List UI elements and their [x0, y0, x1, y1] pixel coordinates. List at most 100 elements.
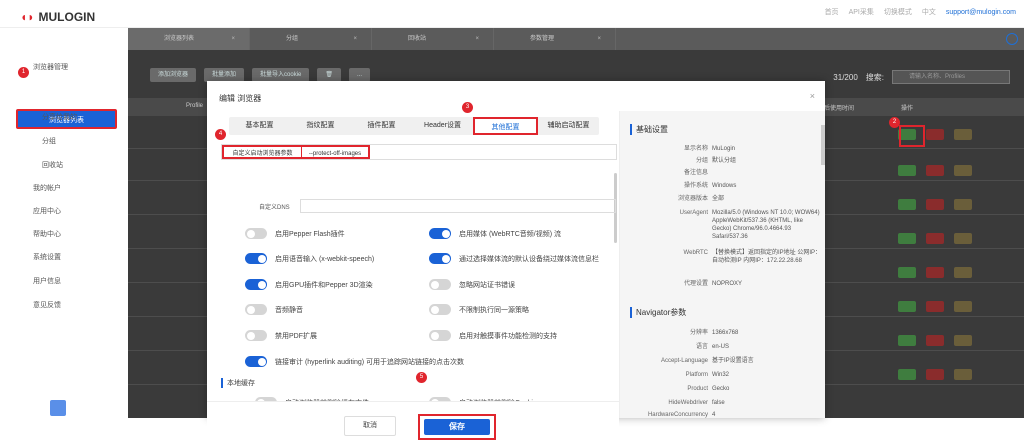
sidebar-group-account[interactable]: 我的帐户: [33, 183, 61, 193]
delete-button[interactable]: [926, 267, 944, 278]
sidebar: 浏览器管理 浏览器列表 分享给我的 分组 回收站 我的帐户 应用中心 帮助中心 …: [0, 28, 128, 418]
tab-params[interactable]: 参数管理 ×: [494, 28, 616, 50]
tab-basic[interactable]: 基本配置: [229, 117, 290, 135]
sidebar-group-browser[interactable]: 浏览器管理: [33, 62, 68, 72]
dns-input[interactable]: [300, 199, 616, 213]
sidebar-item-user-info[interactable]: 用户信息: [33, 276, 61, 286]
gpu-toggle[interactable]: [245, 279, 267, 290]
logo-mark-icon: ◖◗: [20, 10, 35, 24]
custom-param-row: 自定义启动浏览器参数 --protect-off-images: [221, 144, 617, 160]
more-button[interactable]: [954, 233, 972, 244]
tab-trash[interactable]: 回收站 ×: [372, 28, 494, 50]
close-icon[interactable]: ×: [353, 28, 357, 50]
delete-button[interactable]: [926, 199, 944, 210]
home-link[interactable]: 首页: [825, 7, 839, 17]
edit-button[interactable]: [898, 301, 916, 312]
search-input[interactable]: 请输入名称、Profiles: [892, 70, 1010, 84]
info-value: false: [712, 400, 725, 406]
row-actions: [898, 335, 972, 346]
sidebar-item-help[interactable]: 帮助中心: [33, 229, 61, 239]
tab-plugins[interactable]: 插件配置: [351, 117, 412, 135]
cancel-button[interactable]: 取消: [344, 416, 396, 436]
speech-toggle[interactable]: [245, 253, 267, 264]
import-cookie-button[interactable]: 批量导入cookie: [252, 68, 310, 82]
audit-toggle[interactable]: [245, 356, 267, 367]
edit-button[interactable]: [898, 165, 916, 176]
more-button[interactable]: ...: [349, 68, 371, 82]
delete-button[interactable]: [926, 369, 944, 380]
more-button[interactable]: [954, 165, 972, 176]
delete-button[interactable]: [926, 301, 944, 312]
edit-button[interactable]: [898, 233, 916, 244]
toggle-row: 不限制执行同一源策略: [429, 304, 529, 315]
pdf-toggle[interactable]: [245, 330, 267, 341]
webrtc-toggle[interactable]: [429, 228, 451, 239]
step-badge-5: 5: [416, 372, 427, 383]
edit-button[interactable]: [898, 369, 916, 380]
same-origin-toggle[interactable]: [429, 304, 451, 315]
dialog-footer: 取消 保存: [207, 401, 619, 448]
close-icon[interactable]: ×: [475, 28, 479, 50]
delete-icon[interactable]: 🗑: [317, 68, 342, 82]
more-button[interactable]: [954, 199, 972, 210]
more-button[interactable]: [954, 369, 972, 380]
toggle-label: 链接审计 (hyperlink auditing) 可用于追踪网站链接的点击次数: [275, 358, 465, 366]
sidebar-app-icon[interactable]: [50, 400, 66, 416]
custom-param-input[interactable]: --protect-off-images: [302, 145, 370, 159]
info-row: 备注信息: [620, 169, 826, 177]
mute-toggle[interactable]: [245, 304, 267, 315]
save-button[interactable]: 保存: [424, 419, 490, 435]
api-link[interactable]: API采集: [849, 7, 874, 17]
tab-groups[interactable]: 分组 ×: [250, 28, 372, 50]
step-badge-3: 3: [462, 102, 473, 113]
sidebar-item-app-center[interactable]: 应用中心: [33, 206, 61, 216]
step-badge-2: 2: [889, 117, 900, 128]
refresh-icon[interactable]: [1006, 33, 1018, 45]
more-button[interactable]: [954, 129, 972, 140]
info-row: 操作系统 Windows: [620, 182, 826, 190]
media-device-toggle[interactable]: [429, 253, 451, 264]
app-logo[interactable]: ◖◗ MULOGIN: [20, 10, 95, 24]
toggle-label: 通过选择媒体流的默认设备绕过媒体流信息栏: [459, 255, 599, 263]
toggle-label: 启用GPU插件和Pepper 3D渲染: [275, 281, 373, 289]
close-icon[interactable]: ×: [231, 28, 235, 50]
batch-add-button[interactable]: 批量添加: [204, 68, 245, 82]
row-actions: [898, 199, 972, 210]
delete-button[interactable]: [926, 233, 944, 244]
more-button[interactable]: [954, 335, 972, 346]
more-button[interactable]: [954, 301, 972, 312]
close-icon[interactable]: ×: [810, 91, 815, 101]
delete-button[interactable]: [926, 165, 944, 176]
tab-browser-list[interactable]: 浏览器列表 ×: [128, 28, 250, 50]
language-link[interactable]: 中文: [922, 7, 936, 17]
mode-link[interactable]: 切换模式: [884, 7, 912, 17]
delete-button[interactable]: [926, 335, 944, 346]
delete-button[interactable]: [926, 129, 944, 140]
sidebar-item-settings[interactable]: 系统设置: [33, 252, 61, 262]
tab-other[interactable]: 其他配置: [473, 117, 538, 135]
edit-button[interactable]: [898, 267, 916, 278]
info-value: Gecko: [712, 386, 730, 392]
tab-header[interactable]: Header设置: [412, 117, 473, 135]
close-icon[interactable]: ×: [597, 28, 601, 50]
toggle-label: 启用Pepper Flash插件: [275, 230, 345, 238]
sidebar-item-feedback[interactable]: 意见反馈: [33, 300, 61, 310]
edit-button[interactable]: [898, 335, 916, 346]
info-key: 分组: [695, 158, 708, 164]
tab-launch[interactable]: 辅助启动配置: [538, 117, 599, 135]
more-button[interactable]: [954, 267, 972, 278]
row-actions: [898, 233, 972, 244]
sidebar-item-trash[interactable]: 回收站: [42, 160, 63, 170]
info-key: 分辨率: [689, 330, 708, 336]
flash-toggle[interactable]: [245, 228, 267, 239]
user-email[interactable]: support@mulogin.com: [946, 9, 1016, 16]
cert-toggle[interactable]: [429, 279, 451, 290]
touch-toggle[interactable]: [429, 330, 451, 341]
add-browser-button[interactable]: 添加浏览器: [150, 68, 197, 82]
edit-button[interactable]: [898, 199, 916, 210]
info-value: 1366x768: [712, 330, 739, 336]
tab-label: 参数管理: [530, 36, 555, 42]
sidebar-item-shared[interactable]: 分享给我的: [42, 112, 77, 122]
tab-fingerprint[interactable]: 指纹配置: [290, 117, 351, 135]
sidebar-item-groups[interactable]: 分组: [42, 136, 56, 146]
